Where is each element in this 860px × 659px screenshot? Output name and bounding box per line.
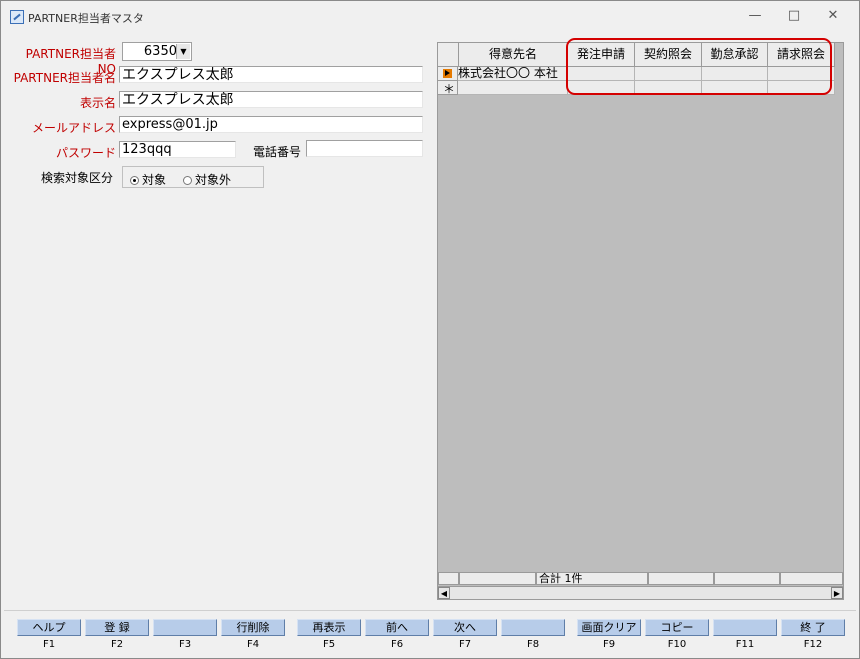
- delete-row-button[interactable]: 行削除: [221, 619, 285, 636]
- fkey-label: F9: [602, 639, 616, 650]
- search-target-group: 対象 対象外: [122, 166, 264, 188]
- customer-grid: 得意先名 発注申請 契約照会 勤怠承認 請求照会 株式会社〇〇 本社 ＊ 合計 …: [437, 42, 844, 600]
- fkey-label: F11: [735, 639, 755, 650]
- radio-target[interactable]: 対象: [130, 171, 166, 188]
- fkey-label: F2: [110, 639, 124, 650]
- radio-non-target[interactable]: 対象外: [183, 171, 231, 188]
- footer-total: 合計 1件: [536, 572, 648, 585]
- email-label: メールアドレス: [31, 121, 116, 135]
- current-row-pointer-icon: [443, 69, 452, 78]
- close-icon[interactable]: ✕: [824, 8, 842, 24]
- register-button[interactable]: 登 録: [85, 619, 149, 636]
- prev-button[interactable]: 前へ: [365, 619, 429, 636]
- grid-cell-customer[interactable]: 株式会社〇〇 本社: [458, 67, 568, 81]
- partner-name-field[interactable]: エクスプレス太郎: [119, 66, 423, 83]
- new-row-icon: ＊: [443, 82, 456, 96]
- fkey-label: F10: [667, 639, 687, 650]
- footer-cell: [459, 572, 536, 585]
- display-name-label: 表示名: [79, 96, 116, 110]
- clear-screen-button[interactable]: 画面クリア: [577, 619, 641, 636]
- fkey-label: F8: [526, 639, 540, 650]
- next-button[interactable]: 次へ: [433, 619, 497, 636]
- f8-button[interactable]: [501, 619, 565, 636]
- radio-target-label: 対象: [142, 173, 167, 187]
- exit-button[interactable]: 終 了: [781, 619, 845, 636]
- phone-field[interactable]: [306, 140, 423, 157]
- phone-label: 電話番号: [252, 145, 301, 159]
- help-button[interactable]: ヘルプ: [17, 619, 81, 636]
- footer-cell: [648, 572, 714, 585]
- refresh-button[interactable]: 再表示: [297, 619, 361, 636]
- row-selector[interactable]: [438, 67, 458, 81]
- fkey-label: F6: [390, 639, 404, 650]
- function-key-bar: ヘルプ F1 登 録 F2 F3 行削除 F4 再表示 F5 前へ F6 次へ …: [4, 610, 856, 656]
- password-label: パスワード: [55, 146, 116, 160]
- title-bar: PARTNER担当者マスタ — □ ✕: [1, 1, 859, 31]
- email-field[interactable]: express@01.jp: [119, 116, 423, 133]
- scroll-right-icon[interactable]: ▶: [831, 587, 843, 599]
- footer-cell: [438, 572, 459, 585]
- footer-cell: [780, 572, 843, 585]
- f11-button[interactable]: [713, 619, 777, 636]
- partner-no-value: 6350: [143, 44, 177, 59]
- partner-no-select[interactable]: 6350 ▼: [122, 42, 192, 61]
- fkey-label: F1: [42, 639, 56, 650]
- grid-header-customer[interactable]: 得意先名: [459, 43, 568, 67]
- radio-unselected-icon: [183, 176, 192, 185]
- minimize-icon[interactable]: —: [746, 8, 764, 24]
- fkey-label: F3: [178, 639, 192, 650]
- radio-non-target-label: 対象外: [195, 173, 232, 187]
- fkey-label: F7: [458, 639, 472, 650]
- horizontal-scrollbar[interactable]: ◀ ▶: [438, 586, 843, 599]
- new-row-selector[interactable]: ＊: [438, 81, 458, 96]
- main-window: PARTNER担当者マスタ — □ ✕ PARTNER担当者NO 6350 ▼ …: [0, 0, 860, 659]
- footer-cell: [714, 572, 780, 585]
- chevron-down-icon[interactable]: ▼: [176, 44, 190, 59]
- fkey-label: F5: [322, 639, 336, 650]
- display-name-field[interactable]: エクスプレス太郎: [119, 91, 423, 108]
- window-title: PARTNER担当者マスタ: [28, 12, 144, 25]
- new-row-cell[interactable]: [458, 81, 568, 95]
- fkey-label: F12: [803, 639, 823, 650]
- highlight-outline: [566, 38, 832, 95]
- fkey-label: F4: [246, 639, 260, 650]
- copy-button[interactable]: コピー: [645, 619, 709, 636]
- maximize-icon[interactable]: □: [785, 8, 803, 24]
- partner-name-label: PARTNER担当者名: [13, 71, 116, 85]
- scroll-left-icon[interactable]: ◀: [438, 587, 450, 599]
- password-field[interactable]: 123qqq: [119, 141, 236, 158]
- search-target-label: 検索対象区分: [40, 171, 113, 185]
- f3-button[interactable]: [153, 619, 217, 636]
- app-icon: [10, 10, 24, 24]
- radio-selected-icon: [130, 176, 139, 185]
- grid-corner: [438, 43, 459, 67]
